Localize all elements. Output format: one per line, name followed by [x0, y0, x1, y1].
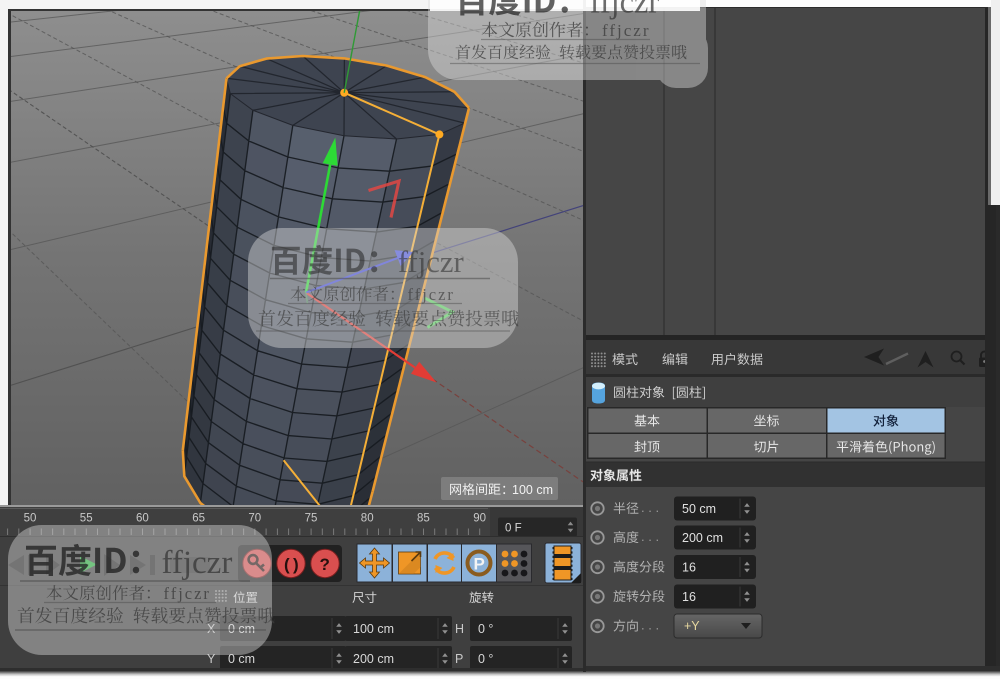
svg-text:. . .: . . .	[641, 529, 659, 544]
svg-text:100 cm: 100 cm	[512, 483, 553, 497]
svg-text:ffjczr: ffjczr	[398, 245, 464, 279]
svg-text:ffjczr: ffjczr	[408, 285, 455, 304]
svg-text:. . .: . . .	[641, 618, 659, 633]
svg-text:ffjczr: ffjczr	[164, 584, 211, 603]
svg-text:. . .: . . .	[641, 500, 659, 515]
svg-text:ffjczr: ffjczr	[602, 21, 651, 40]
svg-text:ffjczr: ffjczr	[161, 545, 232, 581]
svg-text:ffjczr: ffjczr	[590, 0, 660, 20]
